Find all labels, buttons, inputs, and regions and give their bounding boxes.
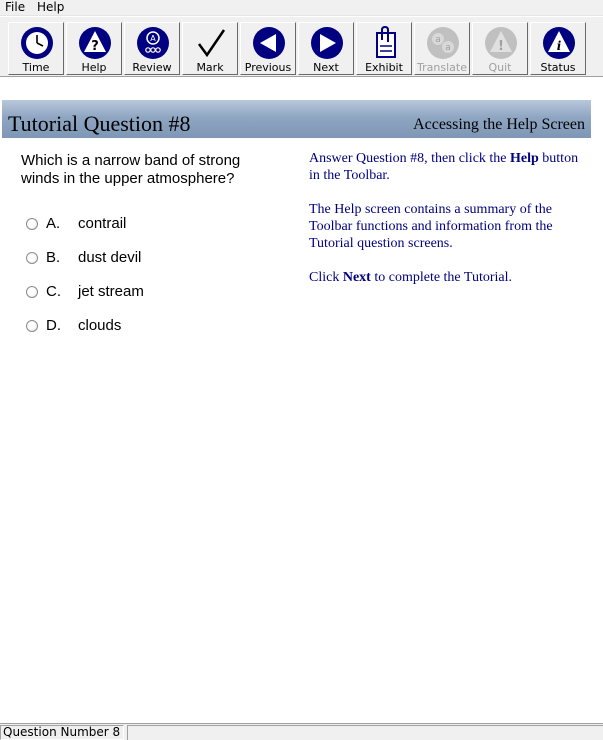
instruction-paragraph: The Help screen contains a summary of th…: [309, 202, 553, 251]
arrow-right-icon: [311, 27, 343, 59]
instruction-keyword: Help: [510, 151, 539, 166]
next-label: Next: [313, 61, 339, 74]
mark-button[interactable]: Mark: [182, 22, 238, 75]
answer-option-b[interactable]: B. dust devil: [26, 248, 226, 268]
instruction-keyword: Next: [342, 270, 371, 285]
page-subtitle: Accessing the Help Screen: [413, 116, 585, 133]
option-text[interactable]: contrail: [78, 214, 126, 234]
radio-button[interactable]: [26, 286, 38, 298]
checkmark-icon: [197, 29, 226, 58]
radio-button[interactable]: [26, 320, 38, 332]
question-text: Which is a narrow band of strong winds i…: [21, 152, 241, 187]
answer-option-c[interactable]: C. jet stream: [26, 282, 226, 302]
clock-icon: [21, 27, 53, 59]
svg-text:A: A: [150, 34, 156, 43]
radio-button[interactable]: [26, 218, 38, 230]
mark-label: Mark: [196, 61, 224, 74]
question-banner: Tutorial Question #8 Accessing the Help …: [2, 100, 591, 138]
answer-option-a[interactable]: A. contrail: [26, 214, 226, 234]
arrow-left-icon: [253, 27, 285, 59]
svg-text:!: !: [498, 39, 504, 54]
instruction-text: to complete the Tutorial.: [370, 270, 512, 285]
instruction-text: Click: [309, 270, 343, 285]
svg-text:a: a: [445, 43, 451, 53]
instruction-text: Answer Question #8, then click the: [309, 151, 511, 166]
question-number-status: Question Number 8: [0, 725, 124, 740]
previous-button[interactable]: Previous: [240, 22, 296, 75]
menu-bar: File Help: [0, 0, 603, 16]
time-button[interactable]: Time: [8, 22, 64, 75]
option-letter: A.: [46, 215, 61, 232]
next-button[interactable]: Next: [298, 22, 354, 75]
exhibit-label: Exhibit: [365, 61, 403, 74]
review-button[interactable]: A Review: [124, 22, 180, 75]
quit-button[interactable]: ! Quit: [472, 22, 528, 75]
option-letter: D.: [46, 317, 61, 334]
status-label: Status: [540, 61, 576, 74]
time-label: Time: [22, 61, 50, 74]
svg-text:i: i: [557, 39, 562, 53]
help-question-icon: ?: [79, 27, 111, 59]
option-text[interactable]: clouds: [78, 316, 121, 336]
help-button[interactable]: ? Help: [66, 22, 122, 75]
toolbar: Time ? Help A Review Mark Previous Next …: [0, 17, 603, 77]
status-bar-panel: [127, 725, 603, 740]
paperclip-document-icon: [376, 26, 396, 58]
svg-text:a: a: [435, 35, 441, 45]
status-bar: Question Number 8: [0, 723, 603, 740]
option-letter: C.: [46, 283, 61, 300]
answer-option-d[interactable]: D. clouds: [26, 316, 226, 336]
warning-icon: !: [485, 27, 517, 59]
exhibit-button[interactable]: Exhibit: [356, 22, 412, 75]
review-label: Review: [132, 61, 172, 74]
menu-file[interactable]: File: [5, 0, 25, 15]
option-letter: B.: [46, 249, 61, 266]
page-title: Tutorial Question #8: [8, 111, 191, 136]
translate-label: Translate: [417, 61, 467, 74]
translate-icon: a a: [427, 27, 459, 59]
info-icon: i: [543, 27, 575, 59]
svg-text:?: ?: [91, 39, 99, 54]
menu-help[interactable]: Help: [37, 0, 64, 15]
option-text[interactable]: dust devil: [78, 248, 141, 268]
status-button[interactable]: i Status: [530, 22, 586, 75]
help-label: Help: [81, 61, 107, 74]
quit-label: Quit: [488, 61, 512, 74]
option-text[interactable]: jet stream: [78, 282, 144, 302]
instruction-paragraph: Click Next to complete the Tutorial.: [309, 269, 579, 286]
tutorial-instructions: Answer Question #8, then click the Help …: [309, 150, 579, 303]
translate-button[interactable]: a a Translate: [414, 22, 470, 75]
radio-button[interactable]: [26, 252, 38, 264]
review-icon: A: [137, 27, 169, 59]
instruction-paragraph: Answer Question #8, then click the Help …: [309, 150, 579, 184]
previous-label: Previous: [244, 61, 292, 74]
